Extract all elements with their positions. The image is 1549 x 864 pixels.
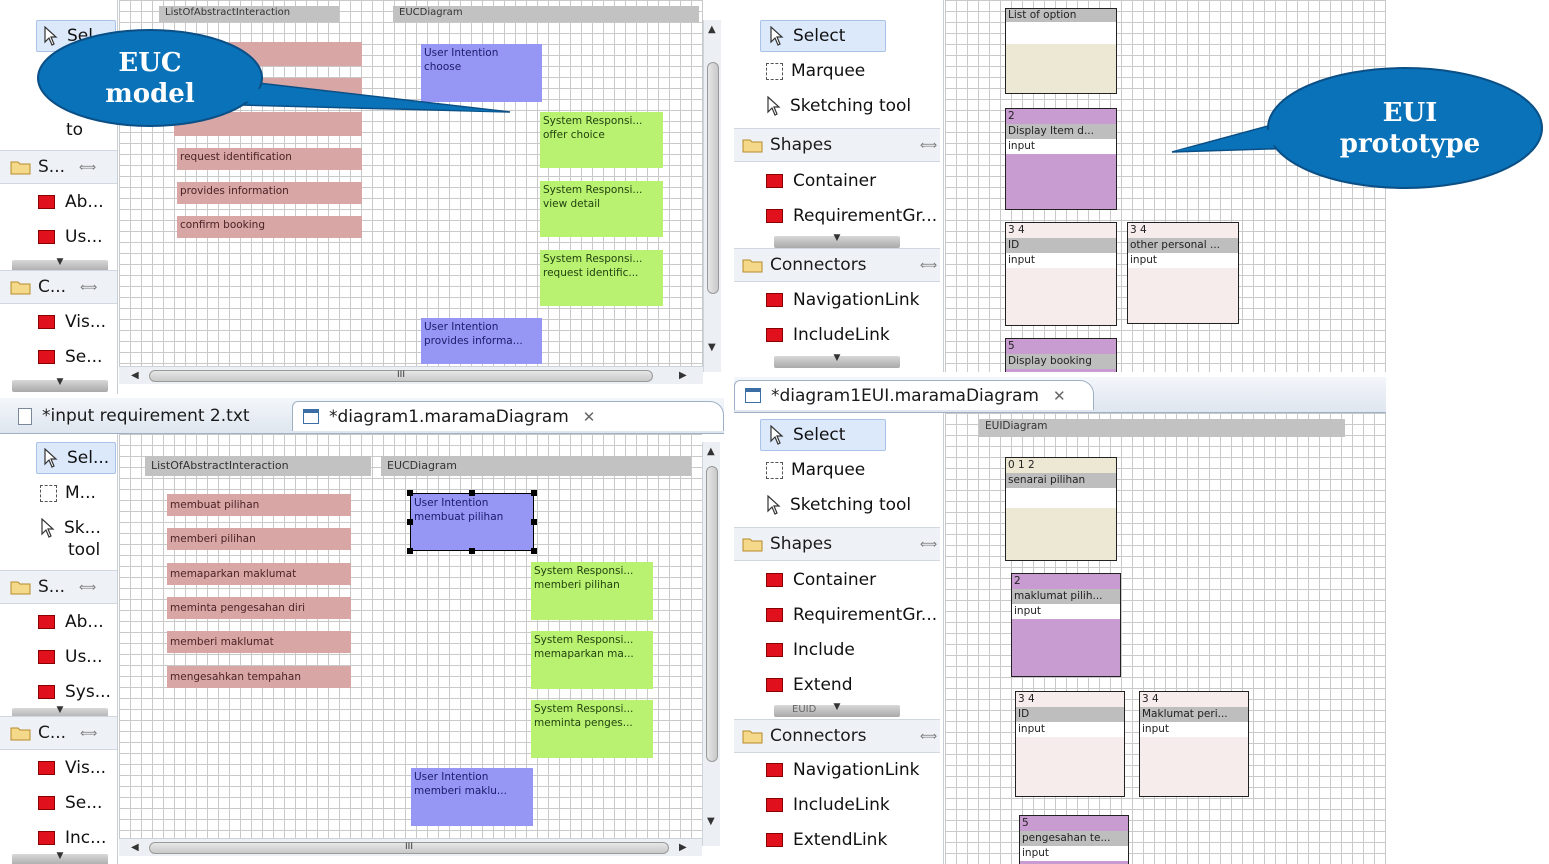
eui-line2: prototype xyxy=(1339,129,1481,160)
euc-line2: model xyxy=(105,79,195,110)
eui-callout-label: EUI prototype xyxy=(1305,98,1515,160)
euc-callout-label: EUC model xyxy=(70,48,230,110)
euc-line1: EUC xyxy=(118,48,182,78)
eui-line1: EUI xyxy=(1382,98,1438,128)
